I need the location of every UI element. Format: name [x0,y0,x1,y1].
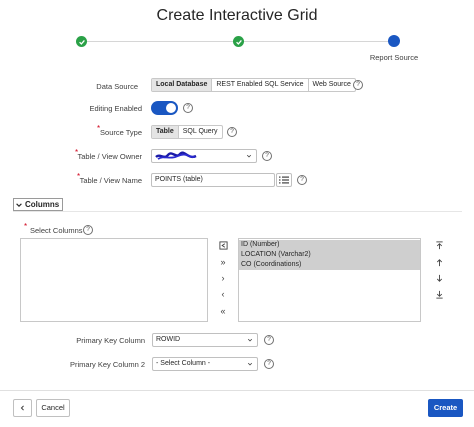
wizard-step-3-current [388,35,400,47]
select-columns-label: Select Columns [30,226,83,235]
source-type-option-table[interactable]: Table [152,126,179,138]
source-type-segmented: Table SQL Query [151,125,223,139]
footer-divider [0,390,474,391]
list-icon [279,176,289,184]
source-type-option-sql[interactable]: SQL Query [179,126,222,138]
chevron-down-icon [247,338,253,342]
redacted-scribble [155,151,197,160]
data-source-option-local[interactable]: Local Database [152,79,213,91]
dialog-title: Create Interactive Grid [156,7,318,24]
columns-region-title: Columns [25,200,60,209]
wizard-step-1-complete [76,36,87,47]
toggle-knob [166,103,176,113]
source-type-label: Source Type [100,128,142,137]
help-icon[interactable]: ? [264,335,274,345]
back-icon [20,405,24,411]
check-icon [78,39,85,45]
top-icon[interactable] [434,240,444,250]
region-divider [13,211,462,212]
pk2-select[interactable]: - Select Column - [152,357,258,371]
required-marker: * [24,222,28,231]
help-icon[interactable]: ? [227,127,237,137]
pk1-value: ROWID [156,336,181,343]
create-button[interactable]: Create [428,399,463,417]
help-icon[interactable]: ? [83,225,93,235]
wizard-step-label: Report Source [369,53,419,62]
reset-icon[interactable] [218,240,228,250]
chevron-down-icon [246,154,252,158]
back-button[interactable] [13,399,32,417]
data-source-segmented: Local Database REST Enabled SQL Service … [151,78,356,92]
data-source-option-rest[interactable]: REST Enabled SQL Service [212,79,309,91]
remove-icon[interactable]: ‹ [218,289,228,299]
help-icon[interactable]: ? [262,151,272,161]
chevron-down-icon [16,202,22,207]
move-icon[interactable]: › [218,273,228,283]
help-icon[interactable]: ? [264,359,274,369]
table-name-input[interactable]: POINTS (table) [151,173,275,187]
table-owner-select[interactable] [151,149,257,163]
pk1-label: Primary Key Column [76,336,145,345]
check-icon [235,39,242,45]
help-icon[interactable]: ? [183,103,193,113]
cancel-button[interactable]: Cancel [36,399,70,417]
up-icon[interactable] [434,257,444,267]
bottom-icon[interactable] [434,289,444,299]
remove-all-icon[interactable]: « [218,306,228,316]
table-name-lov-button[interactable] [276,173,292,187]
move-all-icon[interactable]: » [218,257,228,267]
editing-enabled-toggle[interactable] [151,101,178,115]
columns-region-toggle[interactable]: Columns [13,198,64,211]
available-columns-list[interactable] [20,238,208,322]
list-item[interactable]: ID (Number) [239,240,420,250]
selected-items-highlight: ID (Number) LOCATION (Varchar2) CO (Coor… [239,240,420,270]
selected-columns-list[interactable]: ID (Number) LOCATION (Varchar2) CO (Coor… [238,238,421,322]
list-item[interactable]: CO (Coordinations) [239,260,420,270]
help-icon[interactable]: ? [297,175,307,185]
pk1-select[interactable]: ROWID [152,333,258,347]
pk2-label: Primary Key Column 2 [69,360,145,369]
table-name-label: Table / View Name [79,176,142,185]
chevron-down-icon [247,362,253,366]
create-interactive-grid-dialog: Create Interactive Grid Report Source Da… [0,0,474,427]
down-icon[interactable] [434,273,444,283]
data-source-label: Data Source [96,82,138,91]
list-item[interactable]: LOCATION (Varchar2) [239,250,420,260]
table-owner-label: Table / View Owner [77,152,142,161]
data-source-option-web[interactable]: Web Source [309,79,355,91]
editing-enabled-label: Editing Enabled [89,104,142,113]
help-icon[interactable]: ? [353,80,363,90]
pk2-value: - Select Column - [156,360,211,367]
wizard-step-2-complete [233,36,244,47]
